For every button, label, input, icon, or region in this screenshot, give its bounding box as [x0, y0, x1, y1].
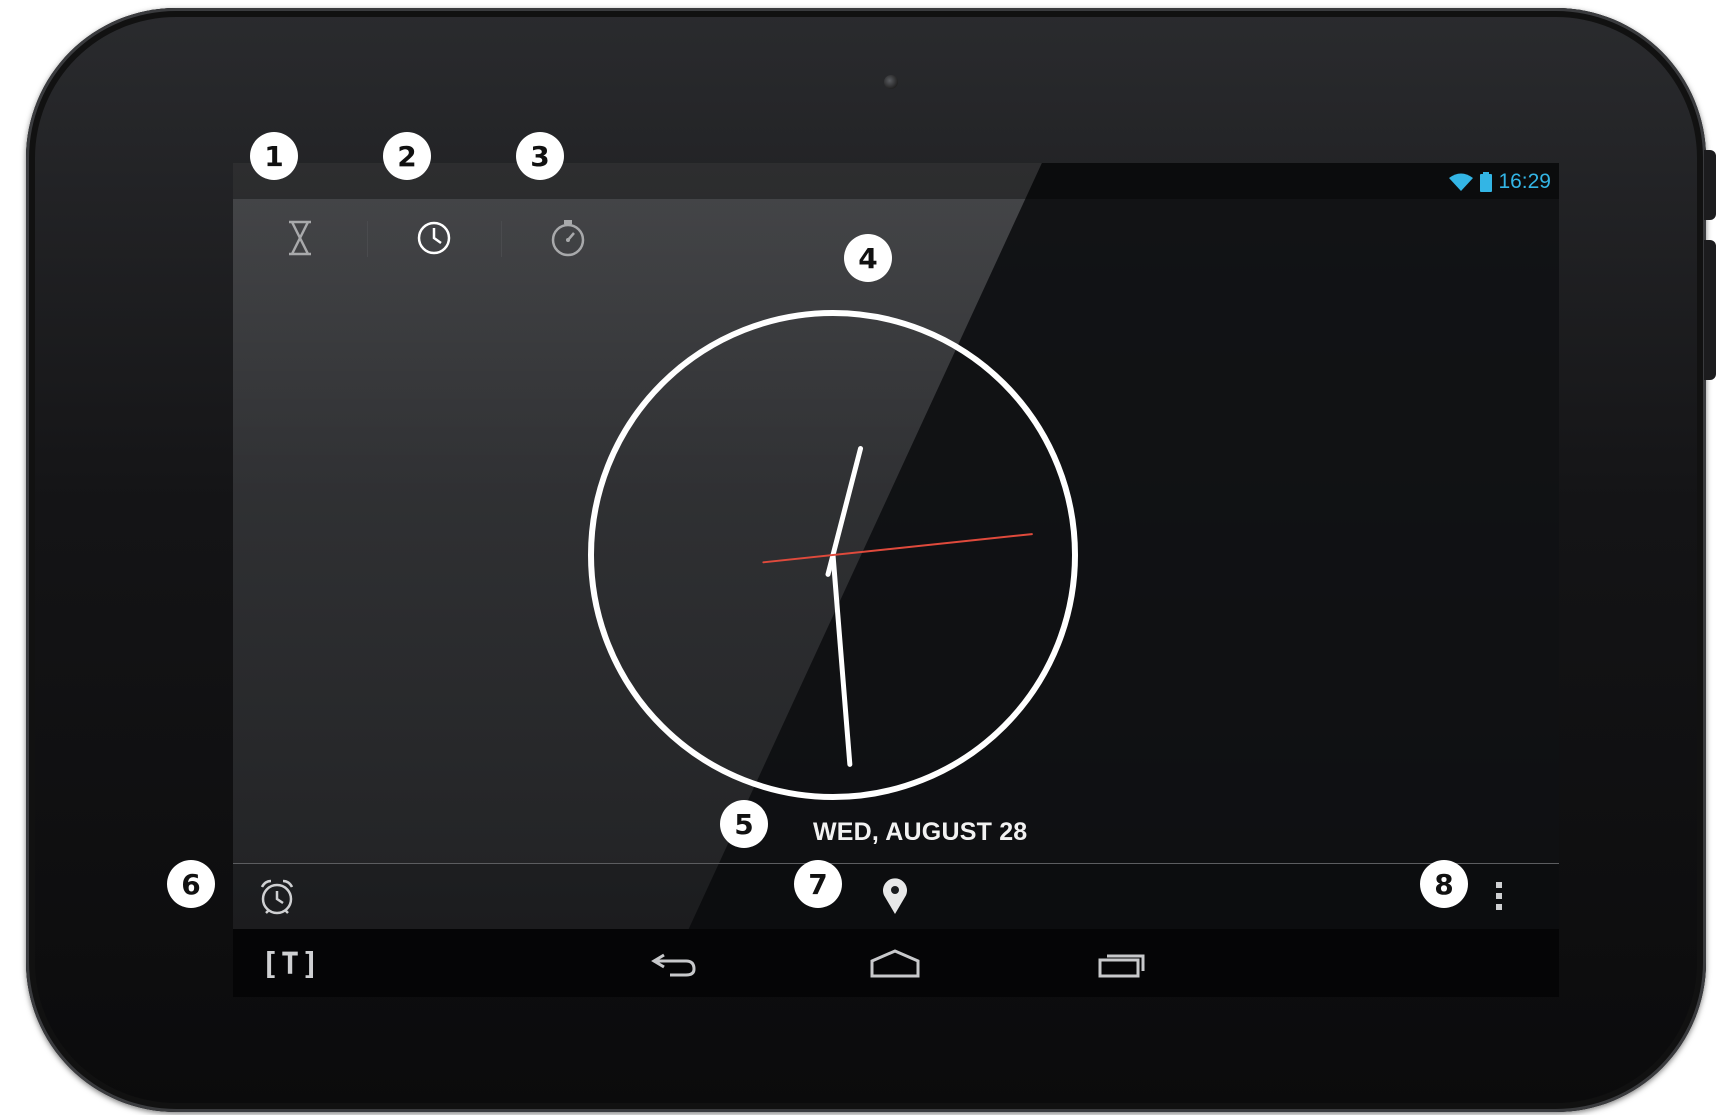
callout-badge: 5: [720, 800, 768, 848]
wifi-icon: [1449, 173, 1474, 191]
overflow-menu-icon[interactable]: [1494, 880, 1504, 912]
tab-timer[interactable]: [233, 199, 367, 277]
callout-badge: 6: [167, 860, 215, 908]
callout-badge: 1: [250, 132, 298, 180]
app-logo: [T]: [261, 947, 322, 982]
callout-badge: 8: [1420, 860, 1468, 908]
status-indicators: 16:29: [1448, 170, 1551, 194]
tab-bar: [233, 199, 653, 277]
clock-icon: [417, 221, 451, 255]
volume-button: [1704, 240, 1716, 380]
back-icon[interactable]: [650, 949, 698, 979]
tab-clock[interactable]: [367, 199, 501, 277]
callout-badge: 4: [844, 234, 892, 282]
stopwatch-icon: [551, 220, 585, 257]
home-icon[interactable]: [869, 949, 921, 979]
front-camera: [884, 75, 898, 89]
battery-icon: [1480, 172, 1493, 192]
bottom-action-bar: [233, 863, 1559, 930]
analog-clock: [588, 310, 1078, 800]
callout-badge: 7: [794, 860, 842, 908]
date-label: WED, AUGUST 28: [813, 818, 1028, 846]
alarm-clock-icon[interactable]: [257, 877, 297, 917]
status-bar: 16:29: [233, 163, 1559, 199]
tablet-frame: 16:29 WED, AUGUST 28 [T] 1 2 3 4 5 6 7 8: [26, 8, 1716, 1112]
callout-badge: 3: [516, 132, 564, 180]
recent-apps-icon[interactable]: [1097, 949, 1147, 979]
second-hand: [762, 533, 1033, 564]
status-time: 16:29: [1498, 170, 1551, 193]
minute-hand: [830, 552, 853, 767]
tab-stopwatch[interactable]: [501, 199, 635, 277]
hourglass-icon: [289, 220, 311, 256]
callout-badge: 2: [383, 132, 431, 180]
screen: 16:29 WED, AUGUST 28 [T]: [233, 163, 1559, 997]
power-button: [1704, 150, 1716, 220]
location-pin-icon[interactable]: [881, 877, 909, 915]
